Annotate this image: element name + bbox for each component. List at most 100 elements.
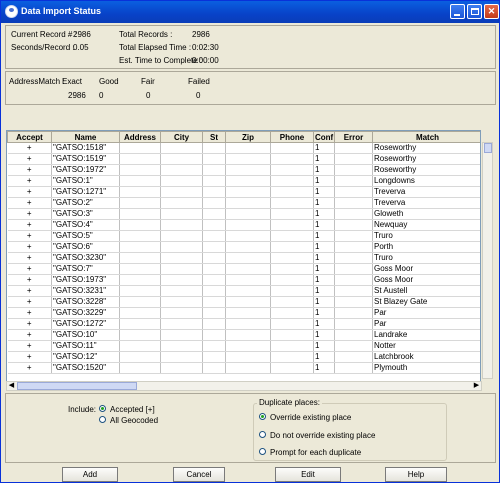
do-not-override-radio[interactable] [259,431,266,438]
cell-match: Treverva [372,186,480,198]
cell-address [119,296,161,308]
fair-header: Fair [141,77,155,86]
table-row[interactable]: + "GATSO:3228" 1 St Blazey Gate [7,296,480,308]
table-row[interactable]: + "GATSO:7" 1 Goss Moor [7,263,480,275]
help-button[interactable]: Help [385,467,447,482]
add-button[interactable]: Add [62,467,118,482]
horizontal-scrollbar[interactable]: ◀ ▶ [6,381,482,391]
cell-accept[interactable]: + [7,329,52,341]
table-row[interactable]: + "GATSO:1518" 1 Roseworthy [7,142,480,154]
column-header-city[interactable]: City [160,131,203,143]
column-header-address[interactable]: Address [119,131,161,143]
cell-accept[interactable]: + [7,362,52,374]
edit-button[interactable]: Edit [275,467,341,482]
cell-match: Plymouth [372,362,480,374]
table-row[interactable]: + "GATSO:2" 1 Treverva [7,197,480,209]
column-header-error[interactable]: Error [334,131,373,143]
cell-phone [270,153,314,165]
column-header-name[interactable]: Name [51,131,120,143]
override-existing-radio[interactable] [259,413,266,420]
table-row[interactable]: + "GATSO:11" 1 Notter [7,340,480,352]
cell-address [119,307,161,319]
cell-name: "GATSO:1271" [51,186,120,198]
cell-accept[interactable]: + [7,274,52,286]
cell-accept[interactable]: + [7,263,52,275]
cell-accept[interactable]: + [7,340,52,352]
include-accepted-radio[interactable] [99,405,106,412]
cell-zip [225,307,271,319]
close-button[interactable]: ✕ [484,4,499,19]
include-accepted-label[interactable]: Accepted [+] [110,405,155,414]
table-row[interactable]: + "GATSO:6" 1 Porth [7,241,480,253]
cell-accept[interactable]: + [7,318,52,330]
do-not-override-label[interactable]: Do not override existing place [270,431,375,440]
cell-accept[interactable]: + [7,153,52,165]
vertical-scrollbar[interactable] [482,142,493,379]
cell-st [202,208,226,220]
cell-city [160,285,203,297]
cell-accept[interactable]: + [7,230,52,242]
minimize-button[interactable] [450,4,465,19]
table-row[interactable]: + "GATSO:10" 1 Landrake [7,329,480,341]
prompt-each-duplicate-radio[interactable] [259,448,266,455]
table-row[interactable]: + "GATSO:3" 1 Gloweth [7,208,480,220]
import-results-grid[interactable]: Accept Name Address City St Zip Phone Co… [6,130,481,391]
cell-accept[interactable]: + [7,285,52,297]
table-row[interactable]: + "GATSO:1" 1 Longdowns [7,175,480,187]
cell-error [334,197,373,209]
cell-accept[interactable]: + [7,252,52,264]
cell-accept[interactable]: + [7,241,52,253]
cell-accept[interactable]: + [7,197,52,209]
cell-accept[interactable]: + [7,219,52,231]
column-header-phone[interactable]: Phone [270,131,314,143]
scroll-left-icon[interactable]: ◀ [7,382,16,390]
table-row[interactable]: + "GATSO:3229" 1 Par [7,307,480,319]
cell-name: "GATSO:1" [51,175,120,187]
column-header-conf[interactable]: Conf [313,131,335,143]
cell-accept[interactable]: + [7,351,52,363]
cell-accept[interactable]: + [7,175,52,187]
table-row[interactable]: + "GATSO:1972" 1 Roseworthy [7,164,480,176]
scroll-right-icon[interactable]: ▶ [472,382,481,390]
cell-name: "GATSO:3" [51,208,120,220]
prompt-each-duplicate-label[interactable]: Prompt for each duplicate [270,448,361,457]
cell-phone [270,197,314,209]
maximize-button[interactable] [467,4,482,19]
cell-phone [270,252,314,264]
cell-conf: 1 [313,175,335,187]
cell-accept[interactable]: + [7,296,52,308]
include-all-geocoded-radio[interactable] [99,416,106,423]
column-header-zip[interactable]: Zip [225,131,271,143]
table-row[interactable]: + "GATSO:12" 1 Latchbrook [7,351,480,363]
cell-error [334,351,373,363]
table-row[interactable]: + "GATSO:1973" 1 Goss Moor [7,274,480,286]
column-header-accept[interactable]: Accept [7,131,52,143]
table-row[interactable]: + "GATSO:3230" 1 Truro [7,252,480,264]
fair-value: 0 [146,91,151,100]
table-row[interactable]: + "GATSO:3231" 1 St Austell [7,285,480,297]
cell-accept[interactable]: + [7,307,52,319]
table-row[interactable]: + "GATSO:1520" 1 Plymouth [7,362,480,374]
title-bar[interactable]: Data Import Status ✕ [1,1,499,23]
vertical-scroll-thumb[interactable] [484,143,492,153]
column-header-st[interactable]: St [202,131,226,143]
cell-error [334,241,373,253]
table-row[interactable]: + "GATSO:1271" 1 Treverva [7,186,480,198]
table-row[interactable]: + "GATSO:1519" 1 Roseworthy [7,153,480,165]
horizontal-scroll-thumb[interactable] [17,382,137,390]
cell-accept[interactable]: + [7,164,52,176]
table-row[interactable]: + "GATSO:4" 1 Newquay [7,219,480,231]
column-header-match[interactable]: Match [372,131,480,143]
override-existing-label[interactable]: Override existing place [270,413,351,422]
cell-address [119,263,161,275]
cell-accept[interactable]: + [7,208,52,220]
table-row[interactable]: + "GATSO:5" 1 Truro [7,230,480,242]
cell-accept[interactable]: + [7,142,52,154]
cancel-button[interactable]: Cancel [173,467,225,482]
table-row[interactable]: + "GATSO:1272" 1 Par [7,318,480,330]
cell-match: St Austell [372,285,480,297]
cell-phone [270,241,314,253]
include-all-geocoded-label[interactable]: All Geocoded [110,416,158,425]
cell-accept[interactable]: + [7,186,52,198]
close-icon: ✕ [487,6,496,16]
